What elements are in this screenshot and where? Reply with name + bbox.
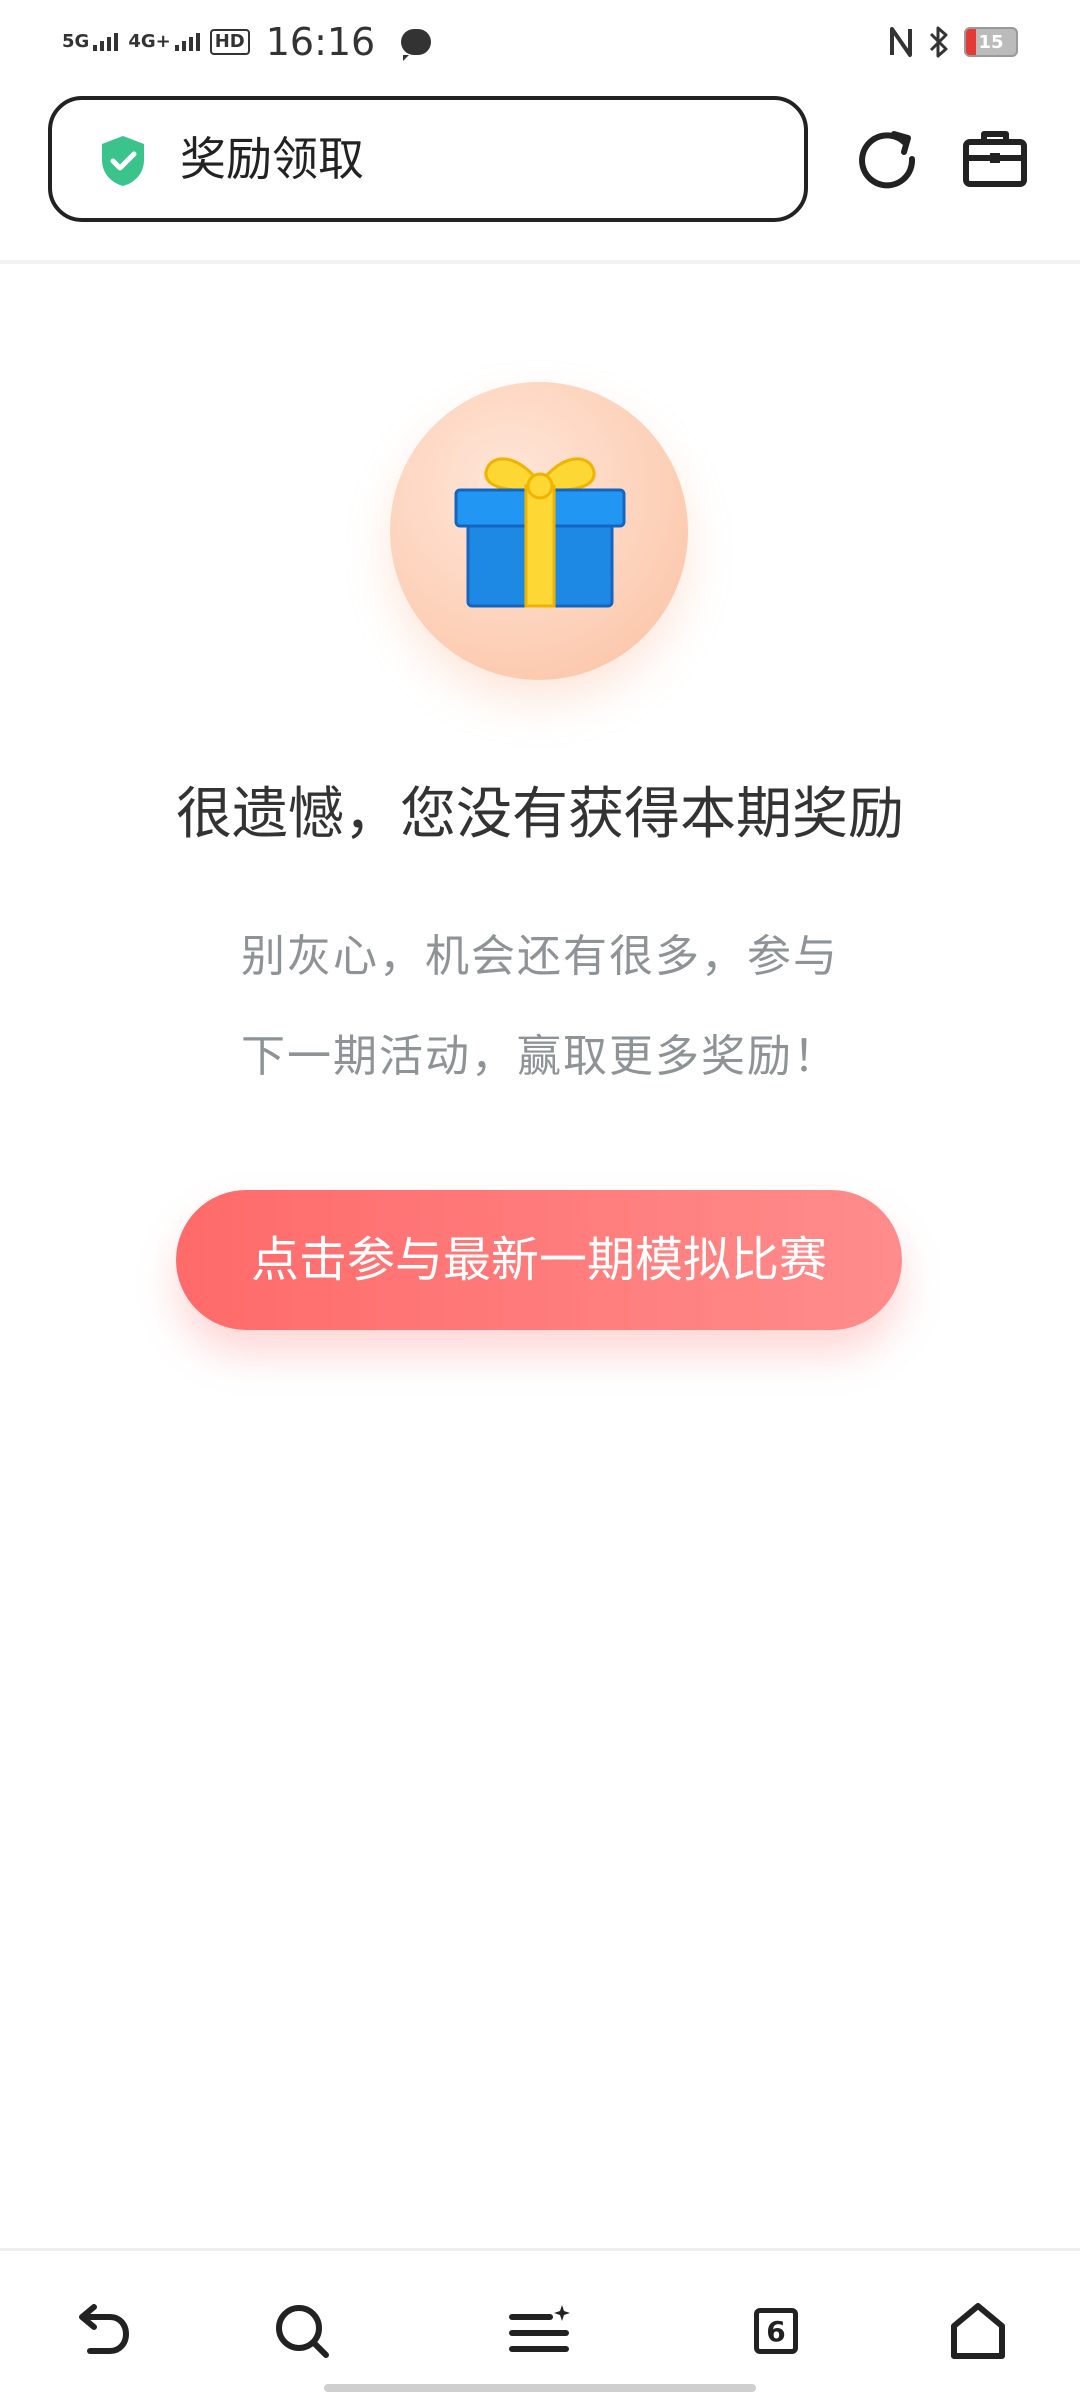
toolbox-icon[interactable] [962,128,1028,188]
status-left: 5G 4G+ HD 16:16 [62,18,432,66]
status-bar: 5G 4G+ HD 16:16 15 [0,0,1080,84]
network-label-5g: 5G [62,31,90,52]
tabs-count-icon: 6 [754,2308,798,2354]
address-bar[interactable]: 奖励领取 [48,96,808,222]
message-notification-icon [401,29,432,61]
menu-button[interactable] [500,2291,580,2371]
tab-count: 6 [766,2314,786,2348]
search-icon [276,2305,329,2358]
encouragement-text-line1: 别灰心，机会还有很多，参与 [241,931,839,982]
battery-level: 15 [978,31,1004,53]
bluetooth-icon [929,26,948,58]
result-headline: 很遗憾，您没有获得本期奖励 [176,782,904,847]
menu-sparkle-icon [509,2305,570,2352]
home-button[interactable] [938,2291,1018,2371]
network-label-4g: 4G+ [128,31,171,52]
gift-icon [454,457,626,608]
page-title: 奖励领取 [180,132,364,186]
signal-bars-icon [93,33,119,51]
battery-icon: 15 [964,27,1018,57]
bottom-nav: 6 [0,2251,1080,2400]
join-next-contest-button[interactable]: 点击参与最新一期模拟比赛 [176,1190,902,1330]
hd-badge: HD [209,29,250,55]
tabs-button[interactable]: 6 [736,2291,816,2371]
header-divider [0,260,1080,264]
gift-illustration [390,382,688,680]
refresh-icon[interactable] [854,126,920,192]
status-right: 15 [888,18,1018,66]
encouragement-text-line2: 下一期活动，赢取更多奖励！ [241,1031,839,1082]
signal-4g: 4G+ [128,31,200,52]
security-shield-icon [102,136,144,186]
home-indicator[interactable] [324,2384,756,2392]
signal-bars-icon [174,33,200,51]
home-icon [951,2303,1005,2359]
back-button[interactable] [62,2291,142,2371]
status-time: 16:16 [265,20,376,64]
back-arrow-icon [79,2304,130,2354]
nfc-icon [890,27,912,57]
signal-5g: 5G [62,31,119,52]
search-button[interactable] [262,2291,342,2371]
